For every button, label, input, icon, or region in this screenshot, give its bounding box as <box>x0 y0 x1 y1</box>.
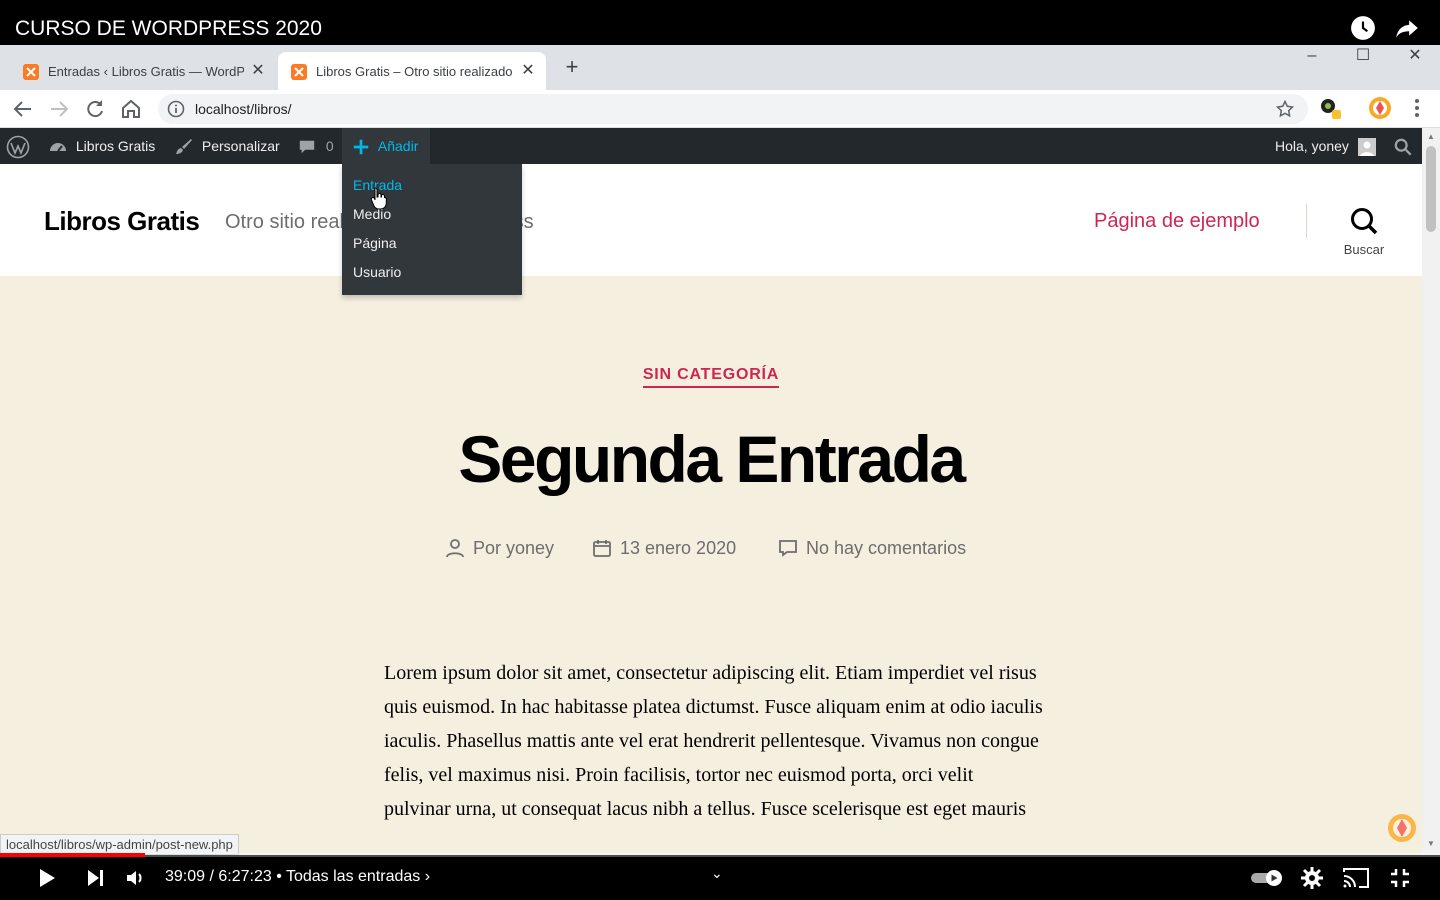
hand-cursor-icon <box>370 187 387 210</box>
share-icon[interactable] <box>1394 15 1420 41</box>
screen: CURSO DE WORDPRESS 2020 Entradas ‹ Libro… <box>0 0 1440 900</box>
video-progress-played <box>0 853 146 857</box>
post-title: Segunda Entrada <box>458 422 966 496</box>
admin-add-new-label: Añadir <box>377 138 419 154</box>
post-category: SIN CATEGORÍA <box>0 366 1422 388</box>
xampp-favicon-icon <box>291 64 307 80</box>
new-tab-button[interactable]: + <box>560 56 584 80</box>
admin-customize-label: Personalizar <box>201 138 280 154</box>
header-divider <box>1306 204 1307 238</box>
post-content: Lorem ipsum dolor sit amet, consectetur … <box>384 662 1043 820</box>
nav-item-sample-page[interactable]: Página de ejemplo <box>1094 210 1260 233</box>
bookmark-star-icon[interactable] <box>1276 100 1294 118</box>
xampp-favicon-icon <box>23 64 39 80</box>
site-info-icon[interactable] <box>167 100 185 118</box>
tab-title: Libros Gratis – Otro sitio realizado con… <box>316 64 512 79</box>
minimize-window-button[interactable]: – <box>1300 47 1324 65</box>
settings-gear-icon[interactable] <box>1300 866 1324 890</box>
yandex-corner-icon <box>1388 814 1416 842</box>
wp-admin-bar: Libros Gratis Personalizar 0 Añadir Hola… <box>0 128 1422 164</box>
post-date[interactable]: 13 enero 2020 <box>592 538 736 559</box>
search-toggle-button[interactable]: Buscar <box>1340 206 1388 266</box>
plus-icon <box>353 140 369 155</box>
calendar-icon <box>593 540 611 557</box>
post-comments-link[interactable]: No hay comentarios <box>778 538 966 559</box>
volume-icon[interactable] <box>124 866 148 890</box>
admin-greeting: Hola, yoney <box>1275 138 1349 154</box>
comment-icon <box>299 140 315 154</box>
video-progress-bar[interactable] <box>0 853 1440 857</box>
chevron-down-icon[interactable]: ⌄ <box>711 865 723 882</box>
maximize-window-button[interactable]: ☐ <box>1351 47 1375 65</box>
video-title: CURSO DE WORDPRESS 2020 <box>15 17 322 40</box>
browser-tab-strip: Entradas ‹ Libros Gratis — WordPress ✕ L… <box>0 45 1440 90</box>
status-bar-url: localhost/libros/wp-admin/post-new.php <box>0 834 239 855</box>
forward-icon[interactable] <box>47 97 71 121</box>
menu-item-new-page[interactable]: Página <box>353 235 397 251</box>
admin-comments-link[interactable]: 0 <box>298 128 334 164</box>
close-tab-icon[interactable]: ✕ <box>248 61 268 81</box>
admin-search-icon[interactable] <box>1394 128 1412 164</box>
post-author-text: Por yoney <box>473 538 555 558</box>
admin-customize-link[interactable]: Personalizar <box>174 128 280 164</box>
scroll-up-icon[interactable]: ▲ <box>1426 132 1436 142</box>
autoplay-toggle-icon[interactable] <box>1250 866 1284 890</box>
admin-site-link[interactable]: Libros Gratis <box>48 128 155 164</box>
home-icon[interactable] <box>119 97 143 121</box>
search-icon <box>1351 208 1378 235</box>
dashboard-icon <box>50 143 66 152</box>
close-window-button[interactable]: ✕ <box>1403 47 1427 65</box>
video-controls: 39:09 / 6:27:23 • Todas las entradas › ⌄ <box>0 853 1440 900</box>
site-title[interactable]: Libros Gratis <box>44 206 200 237</box>
reload-icon[interactable] <box>83 97 107 121</box>
web-page: Libros Gratis Personalizar 0 Añadir Hola… <box>0 128 1422 855</box>
cast-icon[interactable] <box>1342 866 1370 890</box>
browser-menu-icon[interactable] <box>1405 96 1429 120</box>
play-icon[interactable] <box>34 866 58 890</box>
tab-libros-gratis[interactable]: Libros Gratis – Otro sitio realizado con… <box>278 52 546 90</box>
scrollbar-thumb[interactable] <box>1426 146 1436 232</box>
video-time-chapter: 39:09 / 6:27:23 • Todas las entradas › <box>165 868 430 886</box>
category-link[interactable]: SIN CATEGORÍA <box>642 366 780 388</box>
back-icon[interactable] <box>11 97 35 121</box>
watch-later-icon[interactable] <box>1350 15 1376 41</box>
admin-site-name: Libros Gratis <box>75 138 156 154</box>
admin-add-new-button[interactable]: Añadir <box>342 128 430 164</box>
scroll-down-icon[interactable]: ▼ <box>1426 839 1436 849</box>
post-date-text: 13 enero 2020 <box>620 538 737 558</box>
post-comments-text: No hay comentarios <box>806 538 967 558</box>
exit-fullscreen-icon[interactable] <box>1388 866 1412 890</box>
browser-toolbar: localhost/libros/ <box>0 90 1440 128</box>
admin-account-menu[interactable]: Hola, yoney <box>1275 128 1376 164</box>
add-new-dropdown-menu: Entrada Medio Página Usuario <box>342 164 522 295</box>
brush-icon <box>176 139 192 155</box>
address-bar[interactable]: localhost/libros/ <box>158 94 1308 124</box>
wordpress-logo-icon[interactable] <box>6 128 32 164</box>
search-label: Buscar <box>1343 242 1385 257</box>
site-header: Libros Gratis Otro sitio realizado con W… <box>0 164 1422 276</box>
next-video-icon[interactable] <box>84 866 108 890</box>
url-text: localhost/libros/ <box>195 101 292 117</box>
comment-bubble-icon <box>779 540 797 557</box>
video-chapter[interactable]: • Todas las entradas › <box>272 868 430 885</box>
video-title-bar: CURSO DE WORDPRESS 2020 <box>0 0 1440 45</box>
extension-icon[interactable] <box>1318 96 1342 120</box>
user-icon <box>446 539 464 558</box>
avatar <box>1357 138 1376 157</box>
post-author[interactable]: Por yoney <box>445 538 554 559</box>
page-scrollbar[interactable]: ▲ ▼ <box>1422 128 1440 855</box>
yandex-browser-icon[interactable] <box>1368 96 1392 120</box>
close-tab-icon[interactable]: ✕ <box>518 61 538 81</box>
tab-title: Entradas ‹ Libros Gratis — WordPress <box>48 64 244 79</box>
tab-entradas[interactable]: Entradas ‹ Libros Gratis — WordPress ✕ <box>10 52 276 90</box>
menu-item-new-user[interactable]: Usuario <box>353 264 401 280</box>
video-time: 39:09 / 6:27:23 <box>165 868 272 885</box>
admin-comments-count: 0 <box>325 138 334 154</box>
